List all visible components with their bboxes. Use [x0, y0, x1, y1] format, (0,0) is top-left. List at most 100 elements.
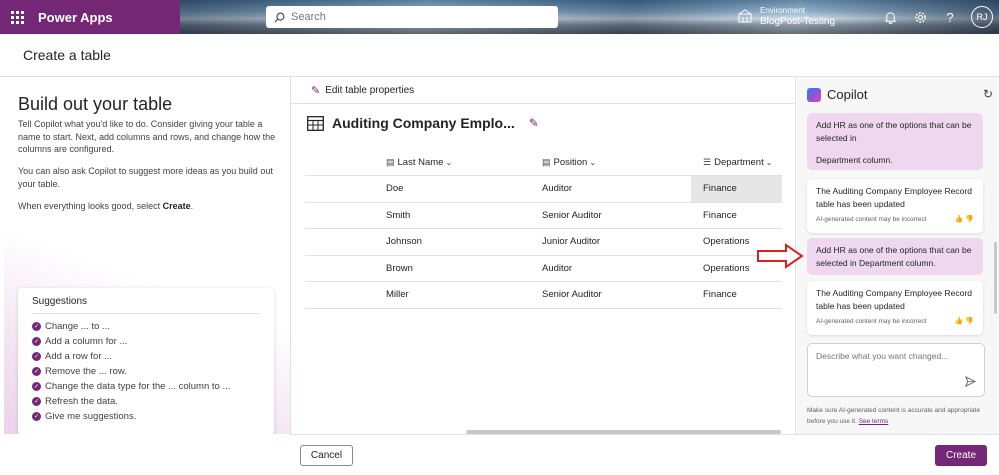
- suggestion-item[interactable]: ✓ Add a row for ...: [32, 349, 260, 364]
- check-icon: ✓: [32, 397, 41, 406]
- copilot-disclaimer-text: Make sure AI-generated content is accura…: [807, 407, 981, 425]
- environment-picker[interactable]: Environment BlogPost-Testing: [738, 5, 835, 27]
- user-message-text: Department column.: [816, 155, 893, 165]
- copilot-input-box[interactable]: [807, 343, 985, 397]
- chevron-down-icon: ⌄: [445, 158, 453, 167]
- table-row[interactable]: Johnson Junior Auditor Operations: [305, 229, 782, 256]
- column-header-label: Position: [553, 157, 588, 168]
- avatar[interactable]: RJ: [971, 6, 993, 28]
- suggestion-label: Add a column for ...: [45, 336, 128, 347]
- suggestions-card: Suggestions ✓ Change ... to ... ✓ Add a co…: [18, 288, 274, 434]
- data-grid: ▤ Last Name ⌄ ▤ Position ⌄ ☰ Department ⌄ Doe …: [305, 150, 782, 309]
- check-icon: ✓: [32, 367, 41, 376]
- thumbs-down-icon[interactable]: 👎: [965, 216, 974, 223]
- cell-position[interactable]: Senior Auditor: [528, 289, 691, 300]
- table-name: Auditing Company Emplo...: [332, 115, 515, 131]
- table-title: Auditing Company Emplo... ✎: [307, 115, 539, 131]
- suggestion-label: Remove the ... row.: [45, 366, 127, 377]
- waffle-icon[interactable]: [0, 0, 34, 34]
- bell-icon[interactable]: [875, 0, 905, 34]
- table-preview-panel: ✎ Edit table properties Auditing Company…: [290, 77, 796, 434]
- create-button[interactable]: Create: [935, 445, 987, 466]
- thumbs-down-icon[interactable]: 👎: [965, 318, 974, 325]
- gear-icon[interactable]: [905, 0, 935, 34]
- column-header-department[interactable]: ☰ Department ⌄: [691, 150, 782, 175]
- table-icon: [307, 115, 324, 131]
- edit-table-properties-label: Edit table properties: [325, 84, 415, 96]
- search-input[interactable]: [291, 11, 531, 23]
- copilot-prompt-input[interactable]: [816, 351, 966, 371]
- environment-label: Environment: [760, 6, 805, 15]
- page-title: Create a table: [23, 47, 111, 63]
- copilot-response: The Auditing Company Employee Record tab…: [807, 281, 983, 335]
- suggestion-label: Change ... to ...: [45, 321, 110, 332]
- suggestion-item[interactable]: ✓ Change ... to ...: [32, 319, 260, 334]
- ai-disclaimer-note: AI-generated content may be incorrect: [816, 216, 927, 223]
- pencil-icon: ✎: [311, 84, 321, 97]
- copilot-disclaimer: Make sure AI-generated content is accura…: [807, 405, 989, 427]
- choice-column-icon: ☰: [703, 157, 712, 167]
- global-search[interactable]: [266, 6, 558, 28]
- check-icon: ✓: [32, 382, 41, 391]
- suggestion-item[interactable]: ✓ Add a column for ...: [32, 334, 260, 349]
- cell-position[interactable]: Senior Auditor: [528, 210, 691, 221]
- table-row[interactable]: Smith Senior Auditor Finance: [305, 203, 782, 229]
- send-icon[interactable]: [965, 375, 977, 390]
- thumbs-up-icon[interactable]: 👍: [955, 318, 964, 325]
- check-icon: ✓: [32, 337, 41, 346]
- table-row[interactable]: Miller Senior Auditor Finance: [305, 282, 782, 309]
- thumbs-up-icon[interactable]: 👍: [955, 216, 964, 223]
- refresh-icon[interactable]: ↻: [983, 87, 993, 101]
- suggestion-label: Add a row for ...: [45, 351, 113, 362]
- cell-position[interactable]: Junior Auditor: [528, 236, 691, 247]
- suggestion-label: Give me suggestions.: [45, 411, 137, 422]
- copilot-response-text: The Auditing Company Employee Record tab…: [816, 186, 972, 209]
- column-header-last-name[interactable]: ▤ Last Name ⌄: [372, 157, 528, 168]
- response-footer: AI-generated content may be incorrect 👍 …: [816, 214, 974, 227]
- cell-last-name[interactable]: Brown: [372, 263, 528, 274]
- response-footer: AI-generated content may be incorrect 👍 …: [816, 316, 974, 329]
- cell-position[interactable]: Auditor: [528, 183, 691, 194]
- copilot-response-text: The Auditing Company Employee Record tab…: [816, 288, 972, 311]
- user-message: Add HR as one of the options that can be…: [807, 238, 983, 275]
- check-icon: ✓: [32, 412, 41, 421]
- check-icon: ✓: [32, 352, 41, 361]
- environment-value: BlogPost-Testing: [760, 16, 836, 27]
- table-row[interactable]: Doe Auditor Finance: [305, 176, 782, 203]
- cell-position[interactable]: Auditor: [528, 263, 691, 274]
- suggestion-item[interactable]: ✓ Refresh the data.: [32, 394, 260, 409]
- cell-last-name[interactable]: Doe: [372, 183, 528, 194]
- cell-department[interactable]: Finance: [691, 176, 782, 202]
- copilot-response: The Auditing Company Employee Record tab…: [807, 179, 983, 233]
- suggestion-item[interactable]: ✓ Give me suggestions.: [32, 409, 260, 424]
- app-name[interactable]: Power Apps: [38, 10, 113, 25]
- cell-last-name[interactable]: Smith: [372, 210, 528, 221]
- cell-department[interactable]: Finance: [691, 203, 782, 229]
- edit-table-properties-button[interactable]: ✎ Edit table properties: [291, 77, 795, 104]
- cell-last-name[interactable]: Miller: [372, 289, 528, 300]
- cancel-button[interactable]: Cancel: [300, 445, 353, 466]
- chevron-down-icon: ⌄: [765, 158, 773, 167]
- cell-last-name[interactable]: Johnson: [372, 236, 528, 247]
- copilot-title: Copilot: [827, 87, 868, 102]
- column-header-position[interactable]: ▤ Position ⌄: [528, 157, 691, 168]
- build-description: Tell Copilot what you'd like to do. Cons…: [18, 119, 276, 154]
- user-message-text: Add HR as one of the options that can be…: [816, 120, 972, 143]
- desc3-prefix: When everything looks good, select: [18, 201, 163, 211]
- suggestion-label: Refresh the data.: [45, 396, 118, 407]
- text-column-icon: ▤: [386, 157, 395, 167]
- see-terms-link[interactable]: See terms: [859, 418, 889, 425]
- suggestion-item[interactable]: ✓ Remove the ... row.: [32, 364, 260, 379]
- feedback-icons: 👍 👎: [955, 316, 974, 329]
- table-row[interactable]: Brown Auditor Operations: [305, 256, 782, 282]
- ai-disclaimer-note: AI-generated content may be incorrect: [816, 318, 927, 325]
- edit-table-name-icon[interactable]: ✎: [529, 116, 539, 130]
- suggestion-item[interactable]: ✓ Change the data type for the ... column…: [32, 379, 260, 394]
- cell-department[interactable]: Finance: [691, 282, 782, 308]
- user-message-text: Add HR as one of the options that can be…: [816, 245, 972, 268]
- copilot-panel: Copilot ↻ Add HR as one of the options t…: [797, 77, 999, 434]
- help-icon[interactable]: ?: [935, 0, 965, 34]
- copilot-scrollbar[interactable]: [994, 242, 997, 314]
- build-description-copilot: You can also ask Copilot to suggest more…: [18, 166, 273, 189]
- footer-bar: Cancel Create: [290, 434, 999, 475]
